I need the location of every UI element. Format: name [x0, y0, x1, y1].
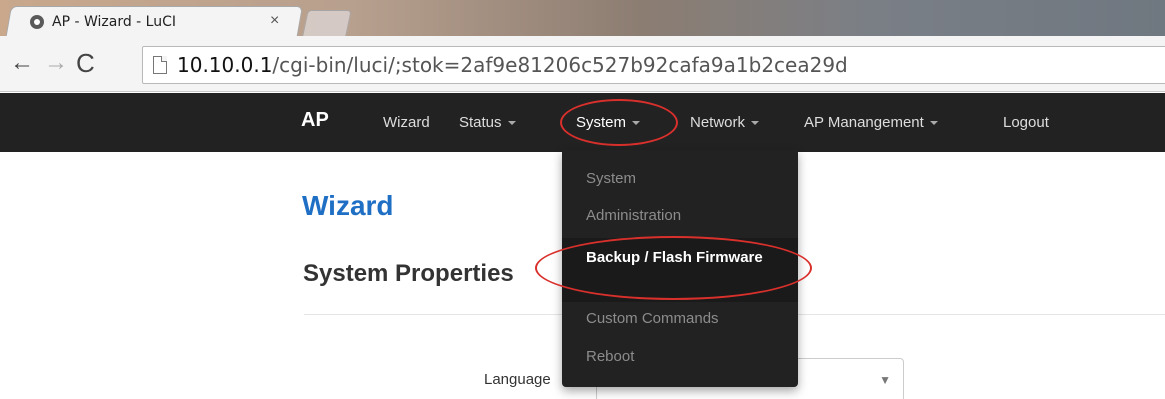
caret-down-icon — [751, 121, 760, 126]
caret-down-icon — [507, 121, 516, 126]
back-arrow-icon[interactable]: ← — [10, 48, 34, 78]
menu-item-administration[interactable]: Administration — [586, 207, 681, 224]
forward-arrow-icon[interactable]: → — [44, 48, 68, 78]
nav-network[interactable]: Network — [690, 114, 760, 131]
address-bar[interactable]: 10.10.0.1/cgi-bin/luci/;stok=2af9e81206c… — [142, 46, 1165, 84]
url-path: /cgi-bin/luci/;stok=2af9e81206c527b92caf… — [272, 53, 848, 77]
page-icon — [153, 56, 167, 74]
favicon-icon — [30, 15, 44, 29]
brand-logo[interactable]: AP — [301, 109, 329, 132]
tab-title: AP - Wizard - LuCI — [52, 14, 177, 30]
select-arrow-icon: ▼ — [879, 373, 891, 387]
page-title: Wizard — [302, 190, 394, 221]
nav-network-label: Network — [690, 114, 746, 131]
nav-wizard-label: Wizard — [383, 114, 430, 131]
tab-close-icon[interactable]: × — [270, 11, 279, 31]
system-highlight-ellipse — [560, 99, 678, 146]
menu-item-system[interactable]: System — [586, 170, 636, 187]
nav-ap-management[interactable]: AP Manangement — [804, 114, 938, 131]
backup-highlight-ellipse — [535, 236, 812, 300]
nav-ap-management-label: AP Manangement — [804, 114, 924, 131]
caret-down-icon — [929, 121, 938, 126]
nav-wizard[interactable]: Wizard — [383, 114, 430, 131]
browser-tabstrip: AP - Wizard - LuCI × — [0, 0, 1165, 36]
nav-logout[interactable]: Logout — [1003, 114, 1049, 131]
new-tab-button[interactable] — [302, 10, 352, 36]
reload-icon[interactable]: C — [76, 48, 95, 78]
url-host: 10.10.0.1 — [177, 53, 273, 77]
browser-toolbar: ← → C 10.10.0.1/cgi-bin/luci/;stok=2af9e… — [0, 36, 1165, 92]
section-title: System Properties — [303, 260, 514, 287]
language-label: Language — [484, 371, 551, 388]
nav-status[interactable]: Status — [459, 114, 516, 131]
browser-tab-content[interactable]: AP - Wizard - LuCI — [30, 10, 176, 34]
menu-item-custom-commands[interactable]: Custom Commands — [586, 310, 719, 327]
nav-status-label: Status — [459, 114, 502, 131]
nav-logout-label: Logout — [1003, 114, 1049, 131]
menu-item-reboot[interactable]: Reboot — [586, 348, 634, 365]
url-text[interactable]: 10.10.0.1/cgi-bin/luci/;stok=2af9e81206c… — [177, 52, 848, 78]
